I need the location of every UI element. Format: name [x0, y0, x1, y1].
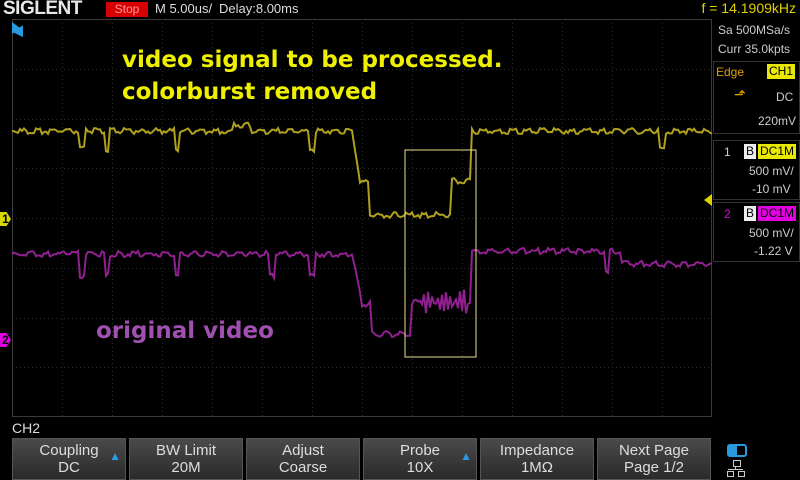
trigger-level: 220mV — [758, 114, 797, 128]
rising-edge-icon: ⬏ — [734, 86, 746, 102]
frequency-readout: f = 14.1909kHz — [701, 0, 796, 16]
trigger-mode: Edge — [716, 65, 745, 79]
annotation-line-2: colorburst removed — [122, 79, 378, 105]
ch1-level-marker[interactable]: 1 — [0, 212, 11, 226]
ch1-coupling-badge: DC1M — [758, 144, 797, 159]
utility-menu[interactable] — [717, 438, 800, 480]
ch1-bw-badge: B — [744, 144, 757, 159]
ch1-scale: 500 mV/ — [749, 164, 794, 178]
bw-limit-button[interactable]: BW Limit 20M — [129, 438, 243, 480]
right-info-panel: Sa 500MSa/s Curr 35.0kpts Edge CH1 ⬏ DC … — [713, 19, 800, 417]
trigger-coupling: DC — [776, 90, 794, 104]
top-status-bar: SIGLENT Stop M 5.00us/ Delay:8.00ms f = … — [0, 0, 800, 19]
trigger-source: CH1 — [767, 64, 796, 79]
ch2-offset: -1.22 V — [754, 244, 793, 258]
annotation-processed: video signal to be processed. colorburst… — [122, 44, 502, 108]
coupling-button[interactable]: Coupling DC ▲ — [12, 438, 126, 480]
next-page-button[interactable]: Next Page Page 1/2 — [597, 438, 711, 480]
run-state-badge[interactable]: Stop — [106, 2, 148, 17]
ch2-scale: 500 mV/ — [749, 226, 794, 240]
ch2-level-marker[interactable]: 2 — [0, 333, 11, 347]
annotation-line-1: video signal to be processed. — [122, 47, 503, 73]
timebase-readout: M 5.00us/ — [155, 1, 213, 16]
annotation-original: original video — [96, 318, 274, 344]
brand-logo: SIGLENT — [3, 0, 82, 19]
ch2-number: 2 — [724, 207, 731, 221]
memory-depth: Curr 35.0kpts — [718, 42, 791, 56]
ch2-coupling-badge: DC1M — [758, 206, 797, 221]
trigger-box[interactable]: Edge CH1 ⬏ DC 220mV — [713, 61, 800, 134]
adjust-button[interactable]: Adjust Coarse — [246, 438, 360, 480]
ch1-number: 1 — [724, 145, 731, 159]
toggle-icon[interactable] — [727, 444, 747, 457]
coupling-arrow-icon: ▲ — [109, 449, 121, 463]
impedance-button[interactable]: Impedance 1MΩ — [480, 438, 594, 480]
soft-key-menu: Coupling DC ▲ BW Limit 20M Adjust Coarse… — [12, 438, 717, 480]
network-icon[interactable] — [727, 460, 745, 477]
sample-rate: Sa 500MSa/s — [718, 23, 791, 37]
ch2-bw-badge: B — [744, 206, 757, 221]
probe-button[interactable]: Probe 10X ▲ — [363, 438, 477, 480]
trigger-level-marker[interactable] — [704, 194, 712, 206]
ch1-offset: -10 mV — [752, 182, 791, 196]
delay-readout: Delay:8.00ms — [219, 1, 299, 16]
ch2-info-box[interactable]: 2 B DC1M 500 mV/ -1.22 V — [713, 202, 800, 262]
ch1-info-box[interactable]: 1 B DC1M 500 mV/ -10 mV — [713, 140, 800, 200]
acquisition-box: Sa 500MSa/s Curr 35.0kpts — [713, 19, 800, 61]
probe-arrow-icon: ▲ — [460, 449, 472, 463]
trigger-position-marker — [12, 22, 20, 34]
menu-title: CH2 — [12, 420, 41, 436]
